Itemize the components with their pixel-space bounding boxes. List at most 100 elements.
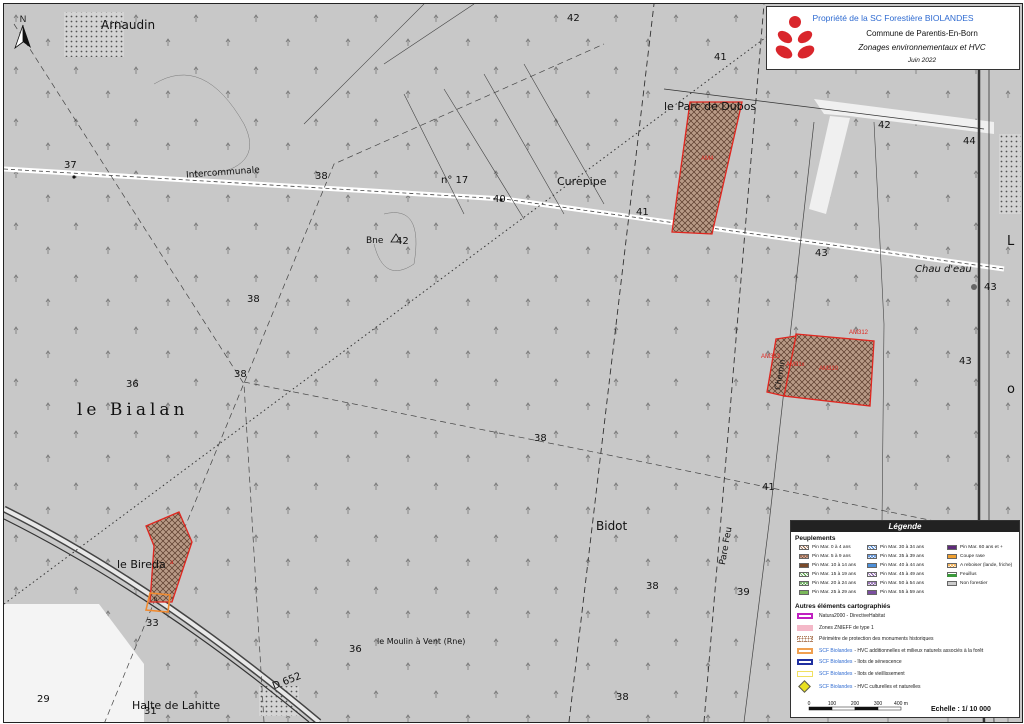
legend-swatch bbox=[799, 581, 809, 586]
legend-swatch bbox=[797, 647, 813, 654]
label-arnaudin: Arnaudin bbox=[101, 18, 156, 32]
scale-tick-label: 0 bbox=[808, 701, 811, 707]
height-31: 31 bbox=[144, 706, 157, 717]
height-33: 33 bbox=[146, 618, 159, 629]
legend-swatch bbox=[947, 554, 957, 559]
parcel-label-am310: AM310 bbox=[819, 366, 839, 372]
parcel-label-am31x: AM31x bbox=[786, 362, 805, 368]
legend-autre-item: SCF Biolandes - HVC culturelles et nature… bbox=[797, 680, 921, 693]
scale-tick-label: 100 bbox=[828, 701, 837, 707]
legend-swatch bbox=[947, 572, 957, 577]
legend-peuplement-item: Pin Mar. 45 à 49 ans bbox=[867, 572, 924, 577]
legend-autre-prefix: SCF Biolandes bbox=[819, 670, 853, 677]
scale-bar-graphic: 0 100 200 300 400 m Echelle : 1/ 10 000 bbox=[808, 701, 991, 713]
height-41-top: 41 bbox=[714, 52, 727, 63]
title-owner: Propriété de la SC Forestière BIOLANDES bbox=[812, 13, 974, 23]
legend-peuplement-item: Pin Mar. 50 à 54 ans bbox=[867, 581, 924, 586]
height-38-center: 38 bbox=[534, 433, 547, 444]
scale-segment bbox=[854, 706, 879, 711]
height-42-bne: 42 bbox=[396, 236, 409, 247]
legend-peuplement-label: Pin Mar. 45 à 49 ans bbox=[880, 572, 924, 577]
legend-peuplement-label: Pin Mar. 20 à 24 ans bbox=[812, 581, 856, 586]
legend-peuplement-label: Coupe rase bbox=[960, 554, 985, 559]
label-chateau-eau: Chau d'eau bbox=[915, 264, 972, 275]
parcel-label-bireda-b: b bbox=[154, 597, 158, 603]
legend-peuplement-label: Pin Mar. 10 à 14 ans bbox=[812, 563, 856, 568]
label-parc-dubos: le Parc de Dubos bbox=[664, 100, 757, 113]
legend-autre-label: Zones ZNIEFF de type 1 bbox=[819, 624, 874, 631]
north-arrow-icon: N bbox=[10, 12, 36, 52]
legend-swatch bbox=[947, 581, 957, 586]
height-42-top: 42 bbox=[567, 13, 580, 24]
legend-swatch bbox=[947, 545, 957, 550]
legend-peuplement-item: Pin Mar. 20 à 24 ans bbox=[799, 581, 856, 586]
height-29: 29 bbox=[37, 694, 50, 705]
legend-swatch bbox=[799, 572, 809, 577]
parcel-label-bireda-a: a bbox=[170, 560, 174, 566]
scale-segment bbox=[877, 706, 902, 711]
scale-tick-label: 300 bbox=[874, 701, 883, 707]
legend-peuplement-item: Coupe rase bbox=[947, 554, 985, 559]
label-bne: Bne bbox=[366, 236, 384, 246]
height-38-bottom: 38 bbox=[646, 581, 659, 592]
legend-swatch bbox=[797, 613, 813, 619]
legend-swatch bbox=[867, 554, 877, 559]
scale-label: Echelle : 1/ 10 000 bbox=[931, 706, 991, 713]
legend-peuplement-item: Pin Mar. 40 à 44 ans bbox=[867, 563, 924, 568]
height-41-road: 41 bbox=[636, 207, 649, 218]
legend-peuplement-item: Pin Mar. 35 à 39 ans bbox=[867, 554, 924, 559]
legend-swatch bbox=[799, 563, 809, 568]
legend-peuplement-label: Pin Mar. 30 à 34 ans bbox=[880, 545, 924, 550]
legend-autre-label: Périmètre de protection des monuments hi… bbox=[819, 636, 934, 642]
title-commune: Commune de Parentis-En-Born bbox=[866, 29, 978, 38]
legend-swatch bbox=[947, 563, 957, 568]
legend-swatch bbox=[799, 554, 809, 559]
legend-peuplement-item: Pin Mar. 5 à 9 ans bbox=[799, 554, 851, 559]
title-subject: Zonages environnementaux et HVC bbox=[858, 43, 986, 52]
legend-title: Légende bbox=[791, 521, 1019, 532]
height-42-right: 42 bbox=[878, 120, 891, 131]
parcel-label-dubos: AM4 bbox=[701, 156, 714, 162]
legend-peuplement-item: Non forestier bbox=[947, 581, 987, 586]
legend-swatch bbox=[797, 670, 813, 677]
height-43-edge: 43 bbox=[984, 282, 997, 293]
scale-bar: 0 100 200 300 400 m Echelle : 1/ 10 000 bbox=[805, 698, 1005, 716]
legend-autre-item: SCF Biolandes - HVC additionnelles et mil… bbox=[797, 647, 983, 654]
legend-peuplement-label: Pin Mar. 40 à 44 ans bbox=[880, 563, 924, 568]
height-41-lower: 41 bbox=[762, 482, 775, 493]
legend-autre-label: - HVC culturelles et naturelles bbox=[854, 683, 921, 690]
legend-swatch bbox=[867, 581, 877, 586]
parcel-label-am312: AM312 bbox=[849, 330, 869, 336]
legend-autre-item: SCF Biolandes - îlots de sénescence bbox=[797, 659, 902, 665]
legend-peuplement-label: Feuillus bbox=[960, 572, 977, 577]
legend-peuplement-label: Pin Mar. 0 à 4 ans bbox=[812, 545, 851, 550]
height-43-road: 43 bbox=[815, 248, 828, 259]
legend-peuplement-item: Pin Mar. 25 à 29 ans bbox=[799, 590, 856, 595]
height-38-mid: 38 bbox=[234, 369, 247, 380]
legend-autres-title: Autres éléments cartographiés bbox=[795, 603, 891, 610]
legend-swatch bbox=[797, 624, 813, 631]
legend-peuplement-item: Feuillus bbox=[947, 572, 977, 577]
legend-peuplement-label: Pin Mar. 35 à 39 ans bbox=[880, 554, 924, 559]
legend-peuplement-item: Pin Mar. 0 à 4 ans bbox=[799, 545, 851, 550]
legend-peuplement-item: Pin Mar. 15 à 19 ans bbox=[799, 572, 856, 577]
height-36: 36 bbox=[126, 379, 139, 390]
label-edge-o: o bbox=[1007, 382, 1015, 397]
label-bireda: le Bireda bbox=[117, 558, 166, 571]
legend-swatch bbox=[867, 545, 877, 550]
height-38-road: 38 bbox=[315, 171, 328, 182]
height-38-left: 38 bbox=[247, 294, 260, 305]
height-39: 39 bbox=[737, 587, 750, 598]
legend-peuplement-label: Pin Mar. 5 à 9 ans bbox=[812, 554, 851, 559]
legend-autre-prefix: SCF Biolandes bbox=[819, 659, 853, 665]
legend-swatch bbox=[867, 563, 877, 568]
legend-peuplement-item: Pin Mar. 55 à 59 ans bbox=[867, 590, 924, 595]
legend-peuplement-label: Pin Mar. 50 à 54 ans bbox=[880, 581, 924, 586]
legend-peuplement-label: Pin Mar. 60 ans et + bbox=[960, 545, 1003, 550]
height-43-right: 43 bbox=[959, 356, 972, 367]
scale-tick-label: 400 m bbox=[894, 701, 908, 707]
legend-autre-label: Natura2000 - DirectiveHabitat bbox=[819, 613, 885, 619]
title-block: Propriété de la SC Forestière BIOLANDES … bbox=[766, 6, 1020, 70]
legend-swatch bbox=[867, 590, 877, 595]
legend-swatch bbox=[867, 572, 877, 577]
